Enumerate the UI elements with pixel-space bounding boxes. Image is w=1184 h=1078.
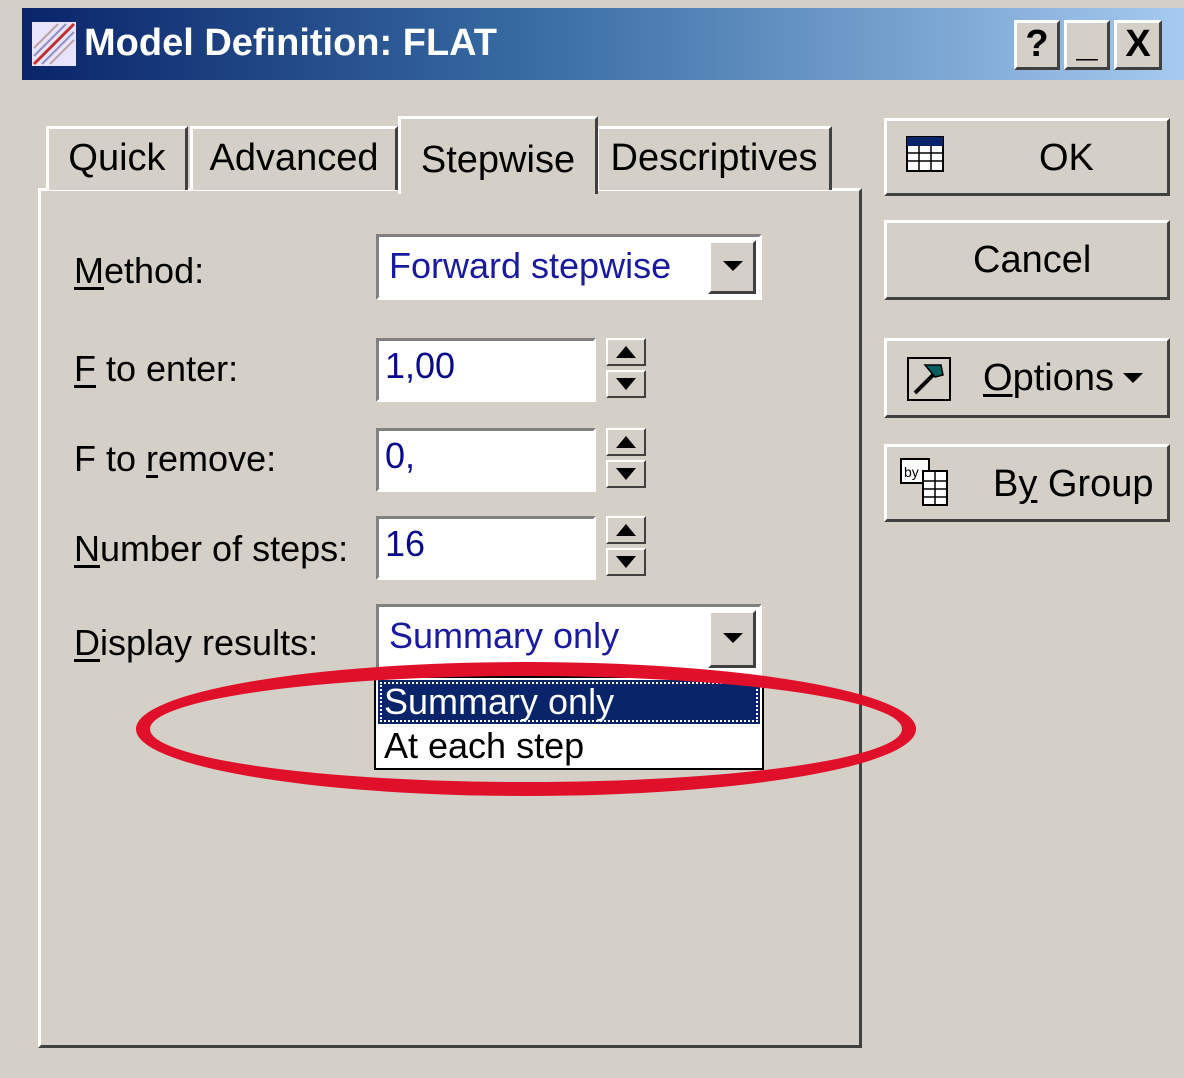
- arrow-down-icon: [616, 468, 636, 480]
- ok-button[interactable]: OK: [884, 118, 1170, 196]
- annotation-highlight-ellipse: [136, 662, 916, 796]
- number-of-steps-input[interactable]: 16: [376, 516, 596, 580]
- method-label: Method:: [74, 250, 205, 291]
- chevron-down-icon: [723, 633, 743, 643]
- cancel-button[interactable]: Cancel: [884, 220, 1170, 300]
- model-definition-dialog: Model Definition: FLAT ? _ X Quick Advan…: [0, 0, 1184, 1078]
- f-to-remove-input[interactable]: 0,: [376, 428, 596, 492]
- tab-stepwise[interactable]: Stepwise: [398, 116, 598, 194]
- method-value: Forward stepwise: [389, 245, 672, 286]
- options-label: Options: [983, 357, 1114, 399]
- close-button[interactable]: X: [1114, 20, 1162, 70]
- by-group-label: By Group: [993, 463, 1154, 505]
- f-to-enter-input[interactable]: 1,00: [376, 338, 596, 402]
- spin-up-button[interactable]: [606, 338, 646, 366]
- svg-text:by: by: [904, 464, 919, 480]
- tab-quick[interactable]: Quick: [46, 126, 188, 190]
- options-button[interactable]: Options: [884, 338, 1170, 418]
- spin-down-button[interactable]: [606, 370, 646, 398]
- method-dropdown-button[interactable]: [708, 240, 756, 294]
- chevron-down-icon: [1123, 373, 1143, 383]
- spin-up-button[interactable]: [606, 428, 646, 456]
- number-of-steps-value: 16: [385, 523, 426, 564]
- arrow-down-icon: [616, 556, 636, 568]
- chevron-down-icon: [723, 261, 743, 271]
- hammer-icon: [907, 357, 951, 401]
- help-button[interactable]: ?: [1014, 20, 1060, 70]
- arrow-down-icon: [616, 378, 636, 390]
- tab-descriptives[interactable]: Descriptives: [596, 126, 832, 190]
- f-to-remove-label: F to remove:: [74, 438, 277, 479]
- window-title: Model Definition: FLAT: [84, 22, 497, 64]
- f-to-enter-label: F to enter:: [74, 348, 239, 389]
- ok-label: OK: [1039, 137, 1094, 179]
- tab-advanced-label: Advanced: [209, 137, 379, 179]
- display-results-label: Display results:: [74, 622, 319, 663]
- spin-down-button[interactable]: [606, 460, 646, 488]
- table-sheet-icon: [906, 136, 944, 172]
- tab-stepwise-label: Stepwise: [420, 139, 576, 181]
- tab-advanced[interactable]: Advanced: [190, 126, 398, 190]
- display-results-dropdown-button[interactable]: [708, 610, 756, 668]
- minimize-button[interactable]: _: [1064, 20, 1110, 70]
- f-to-enter-value: 1,00: [385, 345, 456, 386]
- tab-descriptives-label: Descriptives: [610, 137, 818, 179]
- arrow-up-icon: [616, 436, 636, 448]
- display-results-value: Summary only: [389, 615, 620, 656]
- method-dropdown[interactable]: Forward stepwise: [376, 234, 762, 300]
- arrow-up-icon: [616, 346, 636, 358]
- title-bar: Model Definition: FLAT ? _ X: [22, 8, 1184, 80]
- by-group-button[interactable]: by By Group: [884, 444, 1170, 522]
- model-definition-icon: [32, 22, 76, 66]
- by-group-icon: by: [900, 458, 948, 506]
- cancel-label: Cancel: [973, 239, 1092, 281]
- number-of-steps-label: Number of steps:: [74, 528, 349, 569]
- f-to-remove-value: 0,: [385, 435, 416, 476]
- spin-down-button[interactable]: [606, 548, 646, 576]
- tab-quick-label: Quick: [68, 137, 166, 179]
- arrow-up-icon: [616, 524, 636, 536]
- spin-up-button[interactable]: [606, 516, 646, 544]
